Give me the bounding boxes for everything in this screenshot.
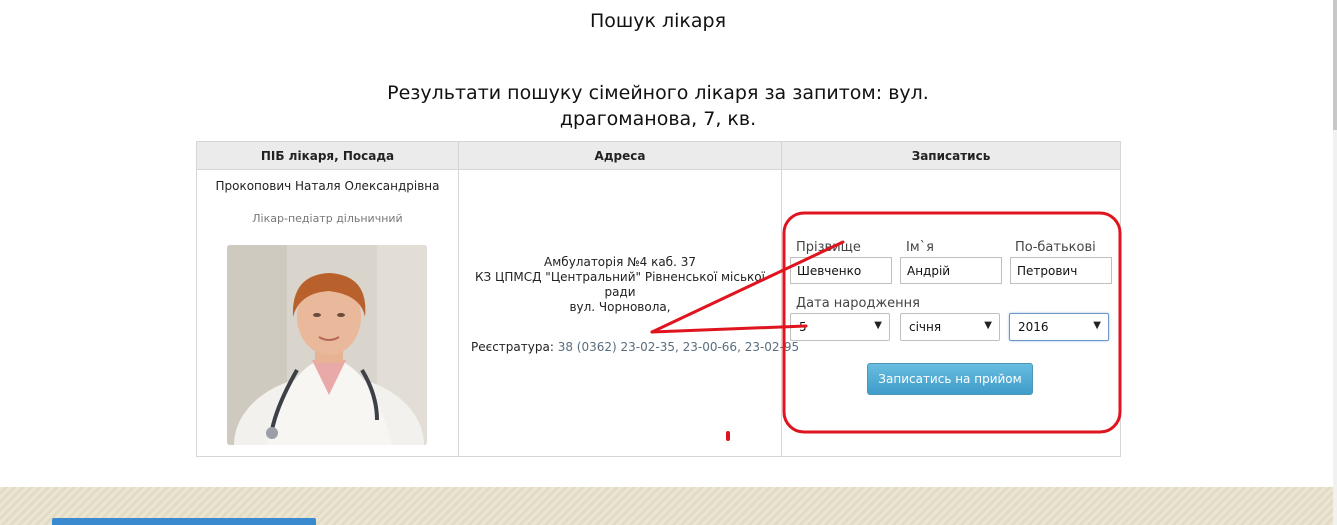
registry: Реєстратура: 38 (0362) 23-02-35, 23-00-6… [471, 340, 799, 354]
address-line: вул. Чорновола, [569, 300, 671, 314]
submit-appointment-button[interactable]: Записатись на прийом [867, 363, 1033, 395]
dropdown-arrow-icon: ▼ [984, 320, 992, 331]
results-table: ПІБ лікаря, Посада Адреса Записатись Про… [196, 141, 1121, 457]
birth-year-select[interactable]: 2016 ▼ [1009, 313, 1109, 341]
address-block: Амбулаторія №4 каб. 37 КЗ ЦПМСД "Централ… [465, 255, 775, 315]
birth-month-select[interactable]: січня ▼ [900, 313, 1000, 341]
table-header-row: ПІБ лікаря, Посада Адреса Записатись [196, 141, 1121, 170]
signup-cell: Прізвище Ім`я По-батькові Дата народженн… [781, 169, 1121, 457]
surname-input[interactable] [790, 257, 892, 284]
birth-day-value: 5 [799, 320, 807, 334]
birth-day-select[interactable]: 5 ▼ [790, 313, 890, 341]
doctor-photo-image [227, 245, 427, 445]
surname-label: Прізвище [796, 240, 861, 255]
results-heading-line-2: драгоманова, 7, кв. [559, 108, 757, 130]
address-line: Амбулаторія №4 каб. 37 [544, 255, 696, 269]
doctor-position: Лікар-педіатр дільничний [252, 212, 403, 225]
scrollbar[interactable] [1333, 0, 1337, 525]
patronymic-label: По-батькові [1015, 240, 1096, 255]
scrollbar-thumb[interactable] [1333, 0, 1337, 130]
results-heading: Результати пошуку сімейного лікаря за за… [358, 80, 958, 132]
birthdate-label: Дата народження [796, 296, 920, 311]
address-line: КЗ ЦПМСД "Центральний" Рівненської міськ… [475, 270, 765, 284]
doctor-photo [227, 245, 427, 445]
page-title: Пошук лікаря [589, 10, 727, 32]
results-heading-line-1: Результати пошуку сімейного лікаря за за… [387, 82, 929, 104]
birth-year-value: 2016 [1018, 320, 1049, 334]
name-input[interactable] [900, 257, 1002, 284]
doctor-name: Прокопович Наталя Олександрівна [215, 179, 440, 193]
address-cell: Амбулаторія №4 каб. 37 КЗ ЦПМСД "Централ… [458, 169, 799, 457]
registry-phones: 38 (0362) 23-02-35, 23-00-66, 23-02-95 [557, 340, 800, 354]
dropdown-arrow-icon: ▼ [874, 320, 882, 331]
footer-heading-partial [52, 518, 316, 525]
header-signup: Записатись [781, 141, 1121, 170]
table-row: Прокопович Наталя Олександрівна Лікар-пе… [196, 169, 1121, 457]
registry-label: Реєстратура: [471, 340, 554, 354]
dropdown-arrow-icon: ▼ [1093, 320, 1101, 331]
header-address: Адреса [458, 141, 782, 170]
patronymic-input[interactable] [1010, 257, 1112, 284]
address-line: ради [604, 285, 636, 299]
name-label: Ім`я [906, 240, 934, 255]
doctor-cell: Прокопович Наталя Олександрівна Лікар-пе… [196, 169, 459, 457]
header-doctor: ПІБ лікаря, Посада [196, 141, 459, 170]
birth-month-value: січня [909, 320, 942, 334]
